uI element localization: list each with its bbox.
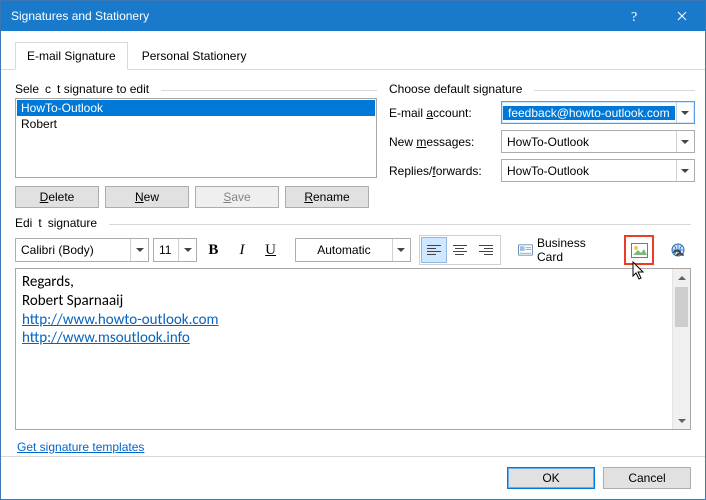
edit-signature-label: Edit signature xyxy=(15,216,691,230)
underline-button[interactable]: U xyxy=(258,237,283,263)
new-button[interactable]: New xyxy=(105,186,189,208)
chevron-down-icon xyxy=(178,239,196,261)
select-signature-label: Select signature to edit xyxy=(15,82,377,96)
signatures-dialog: Signatures and Stationery ? E-mail Signa… xyxy=(0,0,706,500)
chevron-down-icon xyxy=(676,131,694,152)
window-title: Signatures and Stationery xyxy=(11,9,613,23)
dropdown-value: HowTo-Outlook xyxy=(502,135,676,149)
chevron-down-icon xyxy=(676,102,694,123)
replies-forwards-label: Replies/forwards: xyxy=(389,164,501,178)
align-center-button[interactable] xyxy=(447,237,473,263)
font-color-dropdown[interactable]: Automatic xyxy=(295,238,411,262)
signature-list-item[interactable]: Robert xyxy=(17,116,375,132)
close-button[interactable] xyxy=(659,1,705,31)
insert-hyperlink-button[interactable] xyxy=(664,236,691,264)
dropdown-value: Calibri (Body) xyxy=(16,243,130,257)
scroll-up-button[interactable] xyxy=(673,269,690,286)
alignment-group xyxy=(419,235,501,265)
default-signature-label: Choose default signature xyxy=(389,82,695,96)
tab-pane: Select signature to edit HowTo-Outlook R… xyxy=(1,70,705,456)
font-family-dropdown[interactable]: Calibri (Body) xyxy=(15,238,149,262)
replies-forwards-dropdown[interactable]: HowTo-Outlook xyxy=(501,159,695,182)
align-right-button[interactable] xyxy=(473,237,499,263)
signature-list[interactable]: HowTo-Outlook Robert xyxy=(15,98,377,178)
business-card-label: Business Card xyxy=(537,236,610,264)
dropdown-value: feedback@howto-outlook.com xyxy=(503,106,675,120)
ok-button[interactable]: OK xyxy=(507,467,595,489)
get-templates-link[interactable]: Get signature templates xyxy=(17,440,691,454)
new-messages-dropdown[interactable]: HowTo-Outlook xyxy=(501,130,695,153)
insert-picture-button[interactable] xyxy=(624,235,654,265)
tab-personal-stationery[interactable]: Personal Stationery xyxy=(130,42,259,70)
editor-text: Robert Sparnaaij xyxy=(22,292,123,310)
tab-email-signature[interactable]: E-mail Signature xyxy=(15,42,128,70)
chevron-down-icon xyxy=(676,160,694,181)
signature-editor[interactable]: Regards, Robert Sparnaaij http://www.how… xyxy=(15,268,691,430)
chevron-down-icon xyxy=(130,239,148,261)
business-card-icon xyxy=(518,243,533,257)
align-left-button[interactable] xyxy=(421,237,447,263)
dropdown-value: HowTo-Outlook xyxy=(502,164,676,178)
save-button: Save xyxy=(195,186,279,208)
dropdown-value: 11 xyxy=(154,243,178,257)
scroll-down-button[interactable] xyxy=(673,412,690,429)
dropdown-value: Automatic xyxy=(296,243,392,257)
delete-button[interactable]: Delete xyxy=(15,186,99,208)
format-toolbar: Calibri (Body) 11 B I U Automatic xyxy=(15,235,691,265)
editor-scrollbar[interactable] xyxy=(672,269,690,429)
hyperlink-icon xyxy=(669,242,687,258)
cancel-button[interactable]: Cancel xyxy=(603,467,691,489)
new-messages-label: New messages: xyxy=(389,135,501,149)
business-card-button[interactable]: Business Card xyxy=(511,237,618,263)
svg-text:?: ? xyxy=(631,10,637,23)
tab-label: E-mail Signature xyxy=(27,49,116,63)
signature-list-item[interactable]: HowTo-Outlook xyxy=(17,100,375,116)
chevron-down-icon xyxy=(392,239,410,261)
italic-button[interactable]: I xyxy=(230,237,255,263)
editor-body[interactable]: Regards, Robert Sparnaaij http://www.how… xyxy=(16,269,672,429)
dialog-footer: OK Cancel xyxy=(1,456,705,499)
bold-button[interactable]: B xyxy=(201,237,226,263)
tab-label: Personal Stationery xyxy=(142,49,247,63)
picture-icon xyxy=(631,243,648,258)
editor-link[interactable]: http://www.msoutlook.info xyxy=(22,329,190,347)
editor-text: Regards, xyxy=(22,273,74,291)
titlebar: Signatures and Stationery ? xyxy=(1,1,705,31)
editor-link[interactable]: http://www.howto-outlook.com xyxy=(22,311,219,329)
scroll-thumb[interactable] xyxy=(675,287,688,327)
email-account-label: E-mail account: xyxy=(389,106,501,120)
tab-strip: E-mail Signature Personal Stationery xyxy=(1,31,705,70)
help-button[interactable]: ? xyxy=(613,1,659,31)
font-size-dropdown[interactable]: 11 xyxy=(153,238,197,262)
email-account-dropdown[interactable]: feedback@howto-outlook.com xyxy=(501,101,695,124)
rename-button[interactable]: Rename xyxy=(285,186,369,208)
